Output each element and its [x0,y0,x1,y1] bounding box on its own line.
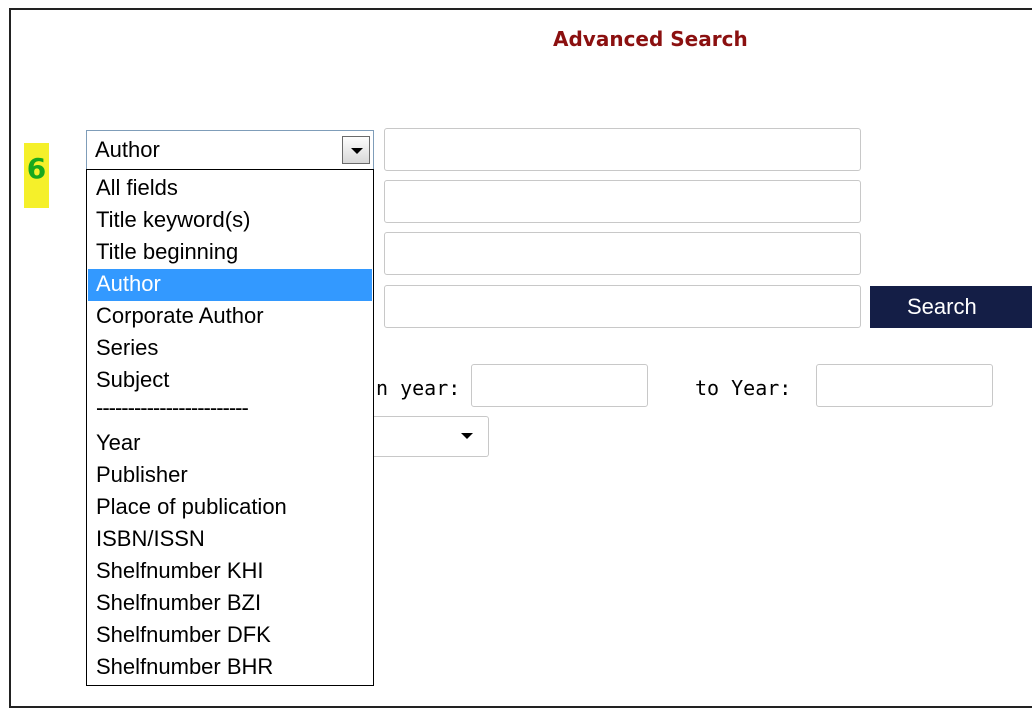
dropdown-option-place-of-publication[interactable]: Place of publication [88,492,372,524]
dropdown-option-all-fields[interactable]: All fields [88,173,372,205]
dropdown-option-author[interactable]: Author [88,269,372,301]
secondary-select[interactable] [374,416,489,457]
search-field-select[interactable]: Author [86,130,374,170]
search-term-input-2[interactable] [384,180,861,223]
select-dropdown-button[interactable] [342,136,370,164]
page-title: Advanced Search [553,27,748,51]
search-term-input-1[interactable] [384,128,861,171]
search-field-select-value: Author [95,137,160,162]
dropdown-option-shelfnumber-dfk[interactable]: Shelfnumber DFK [88,620,372,652]
dropdown-option-shelfnumber-bhr[interactable]: Shelfnumber BHR [88,652,372,684]
search-term-input-3[interactable] [384,232,861,275]
dropdown-option-corporate-author[interactable]: Corporate Author [88,301,372,333]
chevron-down-icon [461,433,473,439]
dropdown-option-subject[interactable]: Subject [88,365,372,397]
dropdown-option-title-beginning[interactable]: Title beginning [88,237,372,269]
dropdown-option-shelfnumber-khi[interactable]: Shelfnumber KHI [88,556,372,588]
from-year-input[interactable] [471,364,648,407]
dropdown-option-series[interactable]: Series [88,333,372,365]
dropdown-option-publisher[interactable]: Publisher [88,460,372,492]
to-year-input[interactable] [816,364,993,407]
dropdown-separator: ------------------------ [96,395,249,420]
from-year-label: n year: [376,376,461,400]
search-field-dropdown-list[interactable]: All fields Title keyword(s) Title beginn… [86,169,374,686]
dropdown-option-isbn-issn[interactable]: ISBN/ISSN [88,524,372,556]
search-term-input-4[interactable] [384,285,861,328]
dropdown-option-title-keywords[interactable]: Title keyword(s) [88,205,372,237]
search-button[interactable]: Search [870,286,1032,328]
dropdown-option-year[interactable]: Year [88,428,372,460]
chevron-down-icon [351,148,363,154]
to-year-label: to Year: [695,376,792,400]
dropdown-option-shelfnumber-bzi[interactable]: Shelfnumber BZI [88,588,372,620]
step-badge: 6 [24,143,49,208]
